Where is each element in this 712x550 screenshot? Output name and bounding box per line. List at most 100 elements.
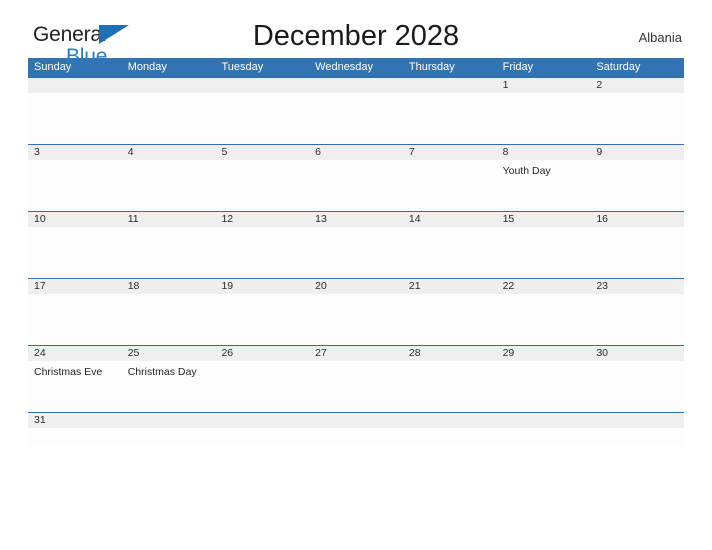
day-number[interactable]: 25 (122, 346, 216, 361)
calendar-week-row: 1 2 (28, 77, 684, 144)
day-cell[interactable] (590, 294, 684, 345)
week-number-strip: 1 2 (28, 78, 684, 93)
day-cell[interactable] (497, 227, 591, 278)
day-cell[interactable] (497, 428, 591, 445)
day-cell[interactable] (215, 294, 309, 345)
day-number[interactable]: 20 (309, 279, 403, 294)
day-number[interactable]: 31 (28, 413, 122, 428)
day-number[interactable]: 13 (309, 212, 403, 227)
day-cell[interactable] (497, 361, 591, 412)
day-number[interactable]: 30 (590, 346, 684, 361)
day-number[interactable] (122, 78, 216, 93)
day-number[interactable]: 12 (215, 212, 309, 227)
day-number[interactable]: 9 (590, 145, 684, 160)
day-cell[interactable] (28, 93, 122, 144)
day-cell[interactable] (309, 428, 403, 445)
day-number[interactable]: 26 (215, 346, 309, 361)
day-cell[interactable] (497, 294, 591, 345)
week-event-row: Youth Day (28, 160, 684, 211)
day-number[interactable] (215, 413, 309, 428)
day-cell[interactable] (403, 160, 497, 211)
day-number[interactable]: 22 (497, 279, 591, 294)
day-cell[interactable] (403, 428, 497, 445)
day-number[interactable] (403, 413, 497, 428)
day-cell[interactable] (497, 93, 591, 144)
calendar-week-row: 24 25 26 27 28 29 30 Christmas Eve Chris… (28, 345, 684, 412)
day-number[interactable]: 23 (590, 279, 684, 294)
day-cell[interactable] (28, 160, 122, 211)
week-number-strip: 31 (28, 413, 684, 428)
day-number[interactable]: 3 (28, 145, 122, 160)
day-cell[interactable] (403, 227, 497, 278)
calendar-grid: Sunday Monday Tuesday Wednesday Thursday… (28, 58, 684, 445)
day-number[interactable]: 17 (28, 279, 122, 294)
day-cell[interactable] (215, 361, 309, 412)
day-cell[interactable] (309, 227, 403, 278)
day-number[interactable]: 6 (309, 145, 403, 160)
day-cell[interactable] (122, 294, 216, 345)
day-cell[interactable] (403, 294, 497, 345)
day-cell[interactable] (122, 160, 216, 211)
day-number[interactable] (215, 78, 309, 93)
day-number[interactable]: 8 (497, 145, 591, 160)
day-cell[interactable] (215, 160, 309, 211)
day-cell[interactable] (28, 294, 122, 345)
day-cell[interactable] (28, 428, 122, 445)
week-number-strip: 3 4 5 6 7 8 9 (28, 145, 684, 160)
day-number[interactable]: 19 (215, 279, 309, 294)
day-number[interactable]: 28 (403, 346, 497, 361)
day-number[interactable]: 15 (497, 212, 591, 227)
day-number[interactable] (497, 413, 591, 428)
day-number[interactable]: 11 (122, 212, 216, 227)
day-number[interactable]: 18 (122, 279, 216, 294)
day-cell[interactable] (590, 160, 684, 211)
day-cell[interactable] (215, 93, 309, 144)
day-cell[interactable] (590, 361, 684, 412)
day-number[interactable] (403, 78, 497, 93)
day-cell[interactable] (309, 294, 403, 345)
week-event-row (28, 227, 684, 278)
weekday-header-thursday: Thursday (408, 61, 455, 73)
day-cell[interactable]: Christmas Day (122, 361, 216, 412)
day-cell[interactable] (590, 428, 684, 445)
day-cell[interactable] (309, 93, 403, 144)
day-cell[interactable] (309, 361, 403, 412)
day-cell[interactable]: Christmas Eve (28, 361, 122, 412)
day-cell[interactable] (215, 428, 309, 445)
day-number[interactable]: 24 (28, 346, 122, 361)
page-title: December 2028 (252, 20, 460, 52)
day-event: Youth Day (502, 165, 551, 177)
day-cell[interactable] (309, 160, 403, 211)
day-cell[interactable] (403, 93, 497, 144)
day-number[interactable]: 16 (590, 212, 684, 227)
day-number[interactable] (28, 78, 122, 93)
day-number[interactable] (122, 413, 216, 428)
day-number[interactable]: 29 (497, 346, 591, 361)
day-cell[interactable] (590, 227, 684, 278)
country-label: Albania (638, 30, 682, 45)
day-cell[interactable] (590, 93, 684, 144)
day-event: Christmas Day (127, 366, 197, 378)
day-cell[interactable] (122, 93, 216, 144)
day-number[interactable] (590, 413, 684, 428)
day-number[interactable]: 10 (28, 212, 122, 227)
day-number[interactable]: 1 (497, 78, 591, 93)
day-number[interactable] (309, 78, 403, 93)
day-number[interactable]: 2 (590, 78, 684, 93)
day-number[interactable]: 14 (403, 212, 497, 227)
day-cell[interactable]: Youth Day (497, 160, 591, 211)
weekday-header-monday: Monday (127, 61, 167, 73)
day-cell[interactable] (215, 227, 309, 278)
day-cell[interactable] (28, 227, 122, 278)
weekday-header-saturday: Saturday (596, 61, 641, 73)
week-event-row (28, 428, 684, 445)
day-number[interactable]: 21 (403, 279, 497, 294)
day-cell[interactable] (122, 227, 216, 278)
day-number[interactable]: 7 (403, 145, 497, 160)
day-number[interactable]: 5 (215, 145, 309, 160)
day-number[interactable]: 4 (122, 145, 216, 160)
day-number[interactable]: 27 (309, 346, 403, 361)
day-cell[interactable] (403, 361, 497, 412)
day-cell[interactable] (122, 428, 216, 445)
day-number[interactable] (309, 413, 403, 428)
